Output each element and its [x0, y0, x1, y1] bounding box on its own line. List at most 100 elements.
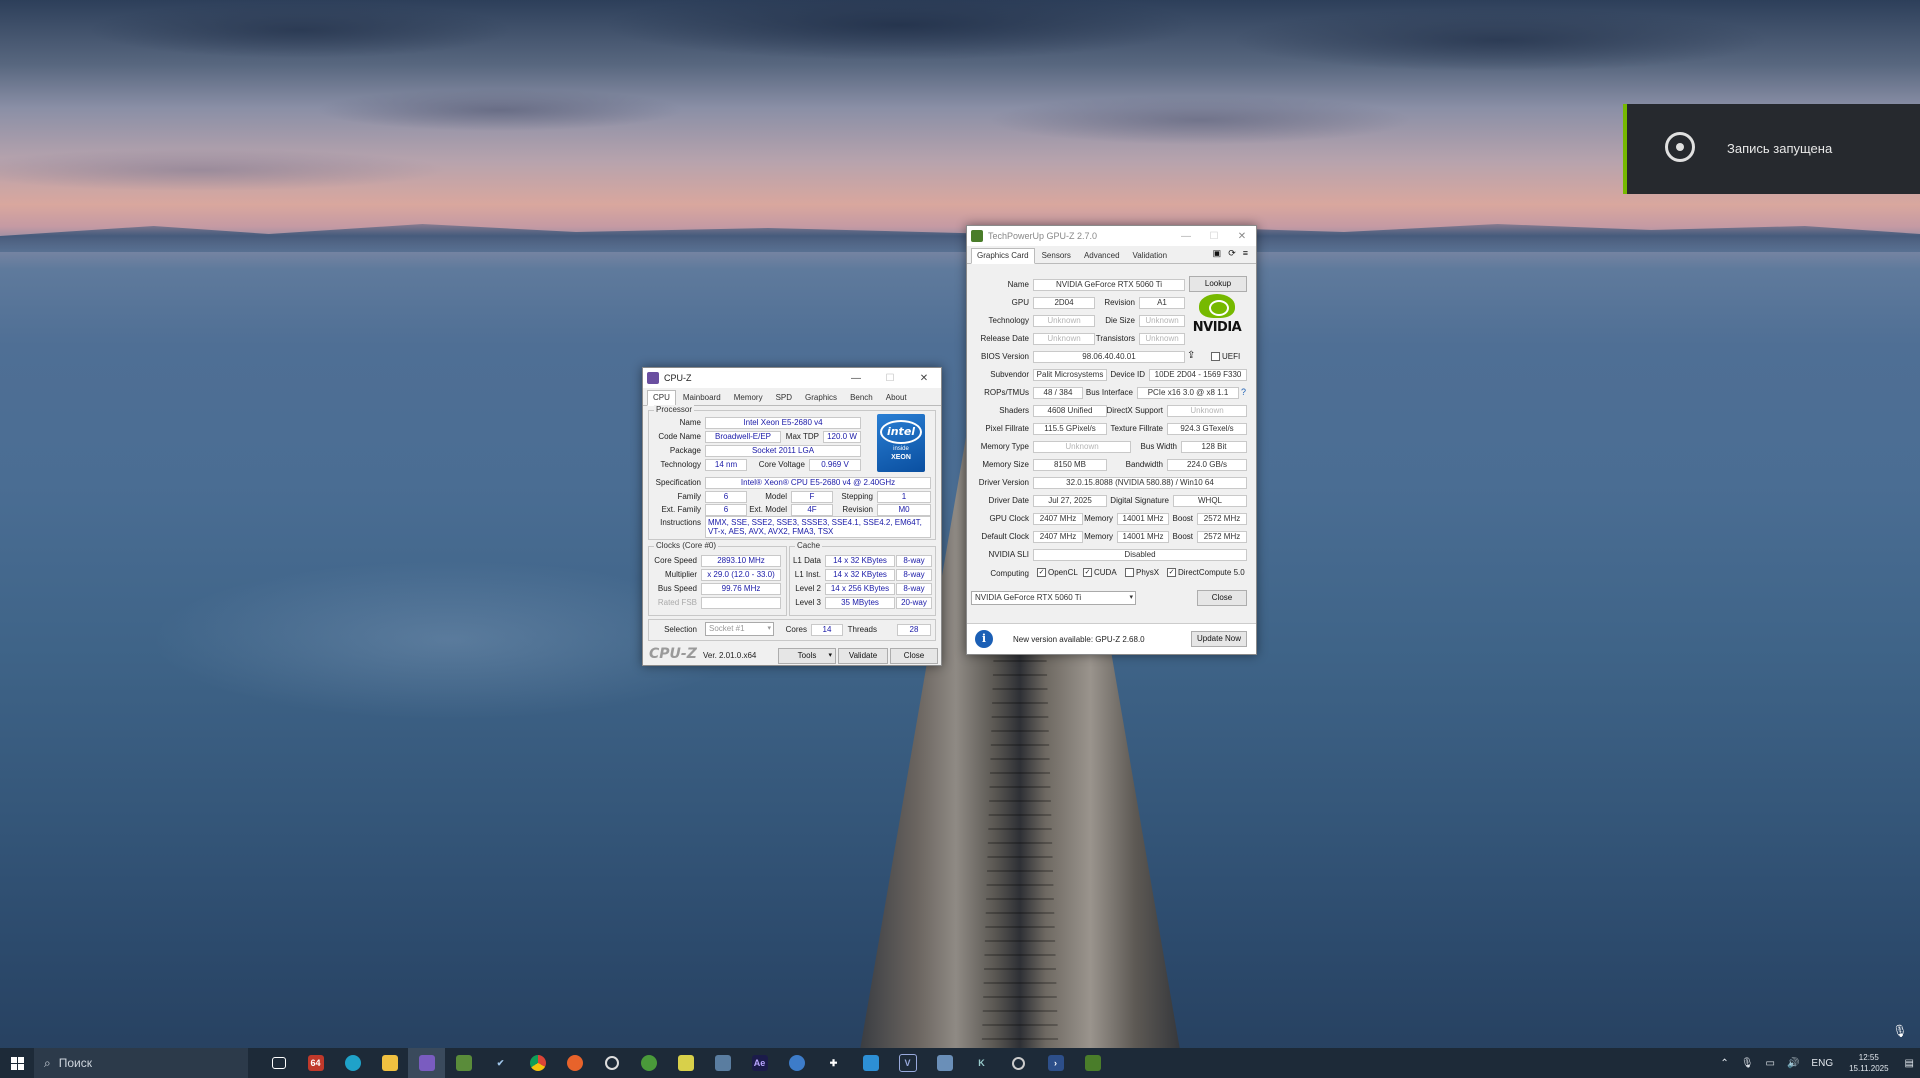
steam-icon[interactable]: ✔	[482, 1048, 519, 1078]
physx-checkbox[interactable]: PhysX	[1125, 568, 1159, 577]
microphone-icon[interactable]: 🎙	[1892, 1024, 1908, 1040]
update-text: New version available: GPU-Z 2.68.0	[1013, 635, 1145, 644]
cuda-checkbox[interactable]: ✓ CUDA	[1083, 568, 1117, 577]
close-icon[interactable]: ✕	[1228, 231, 1256, 242]
driverdate-label: Driver Date	[988, 496, 1029, 505]
globe-icon[interactable]	[778, 1048, 815, 1078]
cpuz-titlebar[interactable]: CPU-Z — ☐ ✕	[643, 368, 941, 388]
taskbar: ⌕ Поиск 64 ✔ Ae ✚ V K › ⌃ 🎙 ▭ 🔊 ENG 12:5…	[0, 1048, 1920, 1078]
k-app-icon[interactable]: K	[963, 1048, 1000, 1078]
directcompute-label: DirectCompute 5.0	[1178, 568, 1245, 577]
after-effects-icon[interactable]: Ae	[741, 1048, 778, 1078]
gpuz-window[interactable]: TechPowerUp GPU-Z 2.7.0 — ☐ ✕ Graphics C…	[966, 225, 1257, 655]
socket-select[interactable]: Socket #1 ▾	[705, 622, 774, 636]
tray-mic-icon[interactable]: 🎙	[1741, 1058, 1754, 1069]
threads-value: 28	[897, 624, 931, 636]
chevron-down-icon: ▾	[767, 625, 771, 632]
search-icon: ⌕	[44, 1055, 51, 1070]
recording-notification[interactable]: Запись запущена	[1623, 104, 1920, 194]
minimize-icon[interactable]: —	[839, 373, 873, 384]
tab-cpu[interactable]: CPU	[647, 390, 676, 406]
chrome-icon[interactable]	[519, 1048, 556, 1078]
releasedate-value: Unknown	[1033, 333, 1095, 345]
bios-label: BIOS Version	[980, 352, 1029, 361]
tab-validation[interactable]: Validation	[1127, 248, 1174, 263]
lookup-button[interactable]: Lookup	[1189, 276, 1247, 292]
gpuclock-value: 2407 MHz	[1033, 513, 1083, 525]
language-indicator[interactable]: ENG	[1811, 1058, 1833, 1069]
tab-bench[interactable]: Bench	[844, 390, 879, 405]
menu-icon[interactable]: ≡	[1243, 248, 1248, 263]
gpuz-titlebar[interactable]: TechPowerUp GPU-Z 2.7.0 — ☐ ✕	[967, 226, 1256, 246]
card-select[interactable]: NVIDIA GeForce RTX 5060 Ti ▾	[971, 591, 1136, 605]
edge-icon[interactable]	[334, 1048, 371, 1078]
gpuz-close-button[interactable]: Close	[1197, 590, 1247, 606]
clock-time: 12:55	[1858, 1053, 1879, 1062]
cpuz-window[interactable]: CPU-Z — ☐ ✕ CPU Mainboard Memory SPD Gra…	[642, 367, 942, 666]
cpuz-version: Ver. 2.01.0.x64	[703, 651, 757, 660]
subvendor-label: Subvendor	[990, 370, 1029, 379]
tab-sensors[interactable]: Sensors	[1036, 248, 1077, 263]
app-64-icon[interactable]: 64	[297, 1048, 334, 1078]
gpu-technology-value: Unknown	[1033, 315, 1095, 327]
help-icon[interactable]: ?	[1241, 387, 1246, 397]
shaders-value: 4608 Unified	[1033, 405, 1107, 417]
tab-spd[interactable]: SPD	[770, 390, 798, 405]
diesize-value: Unknown	[1139, 315, 1185, 327]
close-icon[interactable]: ✕	[907, 373, 941, 384]
network-icon[interactable]: ▭	[1766, 1058, 1775, 1069]
tools-button[interactable]: Tools ▾	[778, 648, 836, 664]
task-view-icon[interactable]	[260, 1048, 297, 1078]
directcompute-checkbox[interactable]: ✓ DirectCompute 5.0	[1167, 568, 1245, 577]
refresh-icon[interactable]: ⟳	[1228, 248, 1236, 263]
gpuz-taskbar-icon[interactable]	[445, 1048, 482, 1078]
notepad-icon[interactable]	[667, 1048, 704, 1078]
nvidia-logo: NVIDIA	[1189, 294, 1245, 340]
gear-icon[interactable]	[1000, 1048, 1037, 1078]
plus-app-icon[interactable]: ✚	[815, 1048, 852, 1078]
chevron-up-icon[interactable]: ⌃	[1720, 1058, 1728, 1069]
cpuz-taskbar-icon[interactable]	[408, 1048, 445, 1078]
camera-icon[interactable]: ▣	[1213, 248, 1222, 263]
xbox-icon[interactable]	[630, 1048, 667, 1078]
opencl-checkbox[interactable]: ✓ OpenCL	[1037, 568, 1078, 577]
tab-advanced[interactable]: Advanced	[1078, 248, 1126, 263]
app-c-icon[interactable]	[593, 1048, 630, 1078]
tab-memory[interactable]: Memory	[728, 390, 769, 405]
floppy-icon[interactable]	[926, 1048, 963, 1078]
tab-graphics-card[interactable]: Graphics Card	[971, 248, 1035, 264]
explorer-icon[interactable]	[371, 1048, 408, 1078]
l2-label: Level 2	[795, 584, 821, 593]
taskbar-search[interactable]: ⌕ Поиск	[34, 1048, 248, 1078]
defboost-value: 2572 MHz	[1197, 531, 1247, 543]
share-icon[interactable]: ⇪	[1187, 350, 1195, 361]
update-now-button[interactable]: Update Now	[1191, 631, 1247, 647]
maximize-icon[interactable]: ☐	[1200, 231, 1228, 242]
calculator-icon[interactable]	[704, 1048, 741, 1078]
start-button[interactable]	[0, 1048, 34, 1078]
gpu-name-value: NVIDIA GeForce RTX 5060 Ti	[1033, 279, 1185, 291]
technology-label: Technology	[660, 460, 701, 469]
cpuz-close-button[interactable]: Close	[890, 648, 938, 664]
minimize-icon[interactable]: —	[1172, 231, 1200, 242]
tab-graphics[interactable]: Graphics	[799, 390, 843, 405]
uefi-checkbox[interactable]: UEFI	[1211, 352, 1240, 361]
rops-label: ROPs/TMUs	[984, 388, 1029, 397]
intel-xeon-logo: intel inside XEON	[877, 414, 925, 472]
clock[interactable]: 12:55 15.11.2025	[1849, 1052, 1888, 1074]
firefox-icon[interactable]	[556, 1048, 593, 1078]
notifications-icon[interactable]: ▤	[1905, 1058, 1914, 1069]
driverver-label: Driver Version	[978, 478, 1029, 487]
validate-button[interactable]: Validate	[838, 648, 888, 664]
l3-way: 20-way	[896, 597, 932, 609]
green-app-icon[interactable]	[1074, 1048, 1111, 1078]
tab-about[interactable]: About	[880, 390, 913, 405]
tab-mainboard[interactable]: Mainboard	[677, 390, 727, 405]
blue-app-icon[interactable]	[852, 1048, 889, 1078]
powershell-icon[interactable]: ›	[1037, 1048, 1074, 1078]
l1inst-way: 8-way	[896, 569, 932, 581]
visual-studio-icon[interactable]: V	[889, 1048, 926, 1078]
maximize-icon[interactable]: ☐	[873, 373, 907, 384]
maxtdp-value: 120.0 W	[823, 431, 861, 443]
volume-icon[interactable]: 🔊	[1787, 1058, 1799, 1069]
